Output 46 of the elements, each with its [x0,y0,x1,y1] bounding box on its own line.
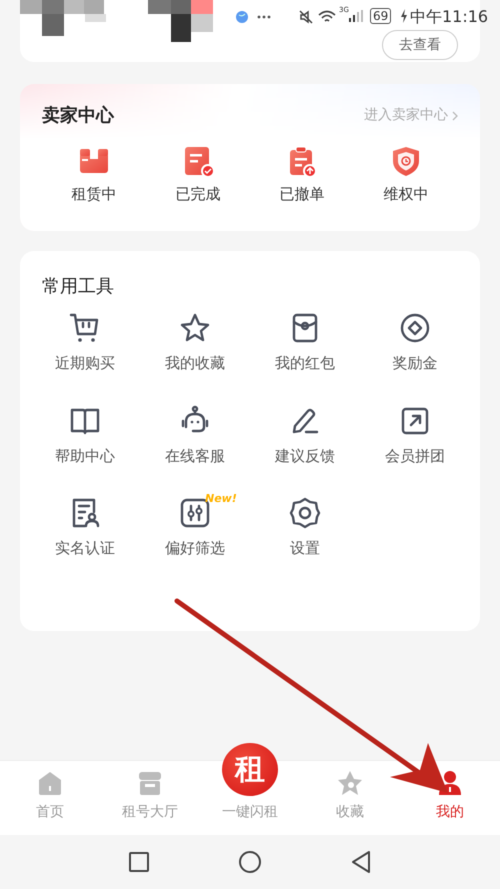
section-title: 卖家中心 [42,104,114,128]
tool-label: 设置 [290,538,320,559]
tool-label: 建议反馈 [275,446,335,466]
tool-label: 我的红包 [275,353,335,374]
item-label: 已完成 [176,184,220,205]
globe-icon [236,11,248,23]
tool-label: 我的收藏 [165,353,225,374]
view-button[interactable]: 去查看 [382,30,458,60]
tool-label: 在线客服 [165,446,225,466]
more-icon [257,15,271,19]
battery-level: 69 [370,8,392,24]
item-label: 维权中 [384,184,428,205]
cart-icon[interactable] [69,312,101,344]
star-icon [337,770,363,796]
settings-icon[interactable] [289,497,321,529]
coin-icon[interactable] [399,312,431,344]
tool-label: 偏好筛选 [165,538,225,559]
star-icon[interactable] [179,312,211,344]
nav-tab[interactable]: 首页 [0,761,100,835]
new-label: New! [205,491,237,507]
tool-label: 奖励金 [392,353,438,374]
wifi-icon [318,10,336,24]
nav-tab[interactable]: 租 一键闪租 [200,743,300,835]
charging-icon [400,9,408,23]
nav-tab[interactable]: 租号大厅 [100,761,200,835]
nav-tab[interactable]: 收藏 [300,761,400,835]
tool-label: 近期购买 [55,353,115,374]
mute-icon [298,9,314,25]
home-icon [37,770,63,796]
seller-center-link[interactable]: 进入卖家中心 [364,105,458,126]
signal-icon [349,10,363,22]
tool-label: 帮助中心 [55,446,115,466]
section-title: 常用工具 [42,275,115,299]
item-label: 租赁中 [72,184,116,205]
clock-time: 中午11:16 [410,6,488,28]
tool-label: 会员拼团 [385,446,445,466]
completed-order-icon[interactable] [182,145,214,177]
chevron-icon [452,110,458,120]
rent-emblem: 租 [222,743,278,796]
home-button-icon[interactable] [238,850,262,874]
recent-apps-icon[interactable] [128,851,150,873]
back-icon[interactable] [350,850,372,874]
shield-icon[interactable] [390,145,422,177]
item-label: 已撤单 [280,184,324,205]
tool-label: 实名认证 [55,538,115,559]
shop-icon [137,770,163,796]
